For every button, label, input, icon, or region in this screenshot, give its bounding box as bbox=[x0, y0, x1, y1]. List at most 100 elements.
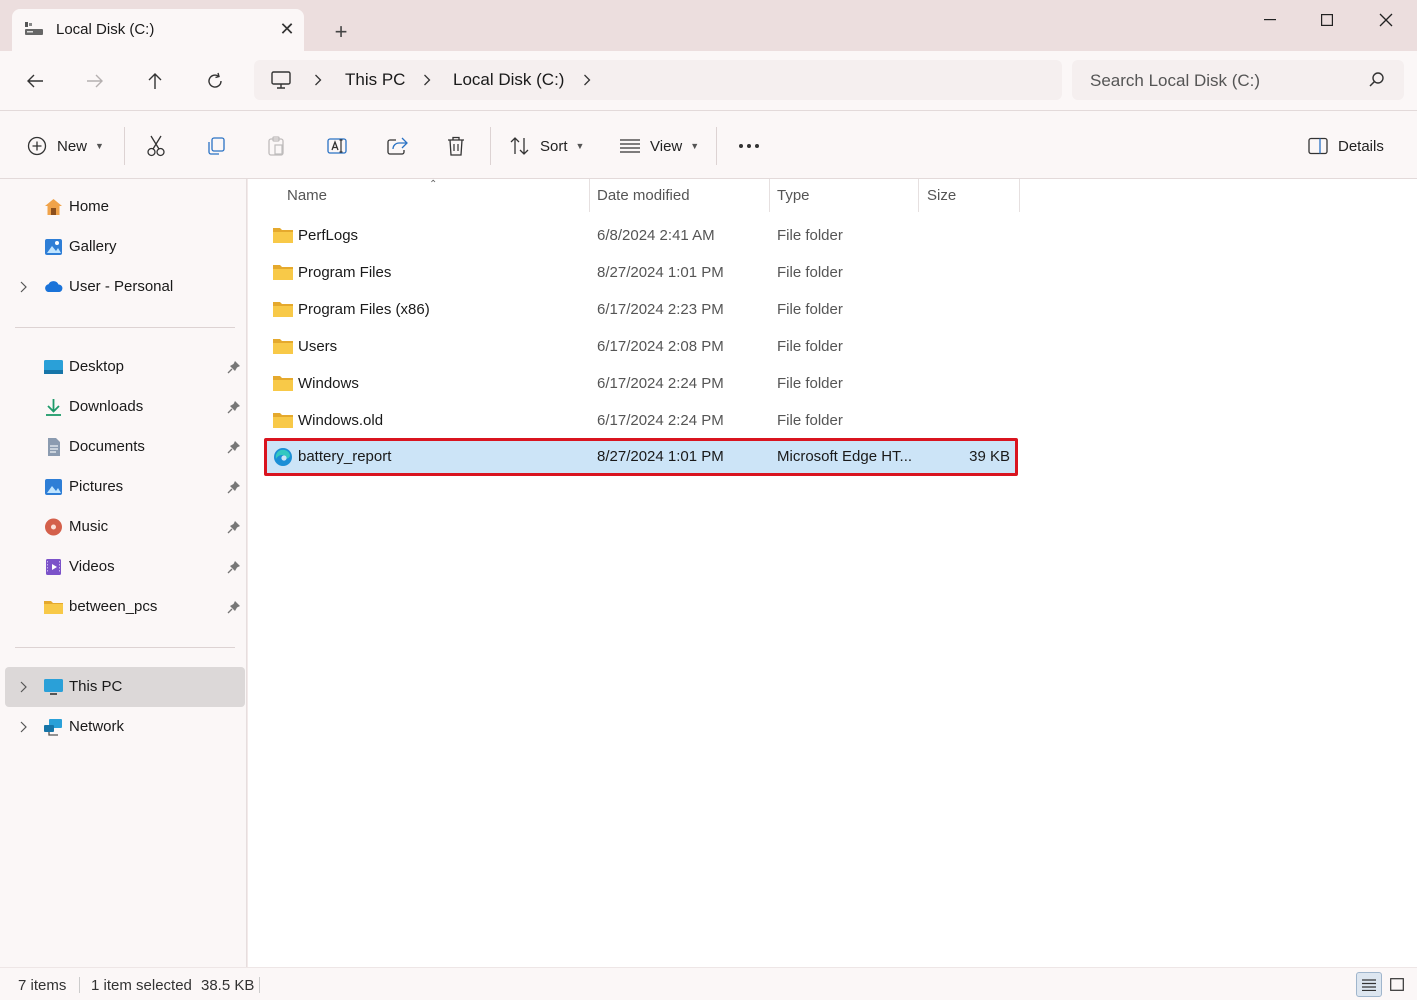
column-divider[interactable] bbox=[1019, 179, 1020, 212]
table-row[interactable]: Program Files 8/27/2024 1:01 PM File fol… bbox=[264, 256, 1018, 290]
sidebar-item-this-pc[interactable]: This PC bbox=[5, 667, 245, 707]
item-count: 7 items bbox=[18, 977, 67, 994]
edge-icon bbox=[274, 448, 292, 466]
file-type: File folder bbox=[777, 338, 843, 355]
sidebar-item-documents[interactable]: Documents bbox=[0, 429, 247, 465]
file-type: File folder bbox=[777, 375, 843, 392]
cut-button[interactable] bbox=[146, 130, 166, 162]
details-view-icon[interactable] bbox=[1356, 972, 1382, 997]
view-button[interactable]: View ▼ bbox=[619, 130, 699, 162]
table-row[interactable]: Program Files (x86) 6/17/2024 2:23 PM Fi… bbox=[264, 293, 1018, 327]
sidebar-item-pictures[interactable]: Pictures bbox=[0, 469, 247, 505]
sidebar-item-home[interactable]: Home bbox=[0, 189, 247, 225]
address-bar[interactable]: This PC Local Disk (C:) bbox=[254, 60, 1062, 100]
tab-local-disk[interactable]: Local Disk (C:) ✕ bbox=[12, 9, 304, 51]
search-icon[interactable] bbox=[1368, 71, 1386, 89]
videos-icon bbox=[46, 559, 61, 575]
new-tab-button[interactable]: + bbox=[326, 17, 356, 47]
close-tab-icon[interactable]: ✕ bbox=[276, 18, 298, 40]
column-header-size[interactable]: Size bbox=[927, 187, 956, 204]
table-row-selected[interactable]: battery_report 8/27/2024 1:01 PM Microso… bbox=[264, 440, 1018, 474]
sort-ascending-icon: ⌃ bbox=[429, 179, 438, 190]
sidebar-item-label: Pictures bbox=[69, 478, 124, 495]
rename-button[interactable] bbox=[326, 130, 348, 162]
file-name: Users bbox=[298, 338, 338, 355]
search-input[interactable]: Search Local Disk (C:) bbox=[1072, 60, 1404, 100]
refresh-icon[interactable] bbox=[197, 63, 233, 99]
maximize-icon[interactable] bbox=[1298, 0, 1356, 40]
folder-icon bbox=[273, 228, 293, 243]
chevron-right-icon[interactable] bbox=[580, 70, 594, 90]
column-header-date[interactable]: Date modified bbox=[597, 187, 690, 204]
details-button[interactable]: Details bbox=[1308, 130, 1384, 162]
sidebar-item-label: Gallery bbox=[69, 238, 117, 255]
trash-icon bbox=[448, 136, 464, 156]
file-date: 6/17/2024 2:24 PM bbox=[597, 375, 724, 392]
paste-icon bbox=[268, 136, 284, 156]
cut-icon bbox=[147, 135, 165, 157]
table-row[interactable]: Windows 6/17/2024 2:24 PM File folder bbox=[264, 367, 1018, 401]
more-options-button[interactable] bbox=[738, 130, 760, 162]
copy-icon bbox=[208, 137, 225, 155]
status-bar: 7 items 1 item selected 38.5 KB bbox=[0, 967, 1417, 1000]
file-name: battery_report bbox=[298, 448, 392, 465]
copy-button[interactable] bbox=[206, 130, 226, 162]
share-icon bbox=[387, 137, 408, 155]
new-button[interactable]: New ▼ bbox=[27, 130, 104, 162]
sidebar-divider bbox=[15, 647, 235, 648]
chevron-right-icon[interactable] bbox=[17, 680, 29, 694]
table-row[interactable]: Users 6/17/2024 2:08 PM File folder bbox=[264, 330, 1018, 364]
sidebar-item-label: Home bbox=[69, 198, 110, 215]
tiles-view-icon[interactable] bbox=[1384, 972, 1410, 997]
sidebar-item-videos[interactable]: Videos bbox=[0, 549, 247, 585]
sidebar-item-network[interactable]: Network bbox=[0, 709, 247, 745]
column-divider[interactable] bbox=[918, 179, 919, 212]
pin-icon[interactable] bbox=[227, 560, 241, 574]
breadcrumb-this-pc[interactable]: This PC bbox=[345, 70, 405, 90]
chevron-right-icon[interactable] bbox=[17, 280, 29, 294]
pin-icon[interactable] bbox=[227, 480, 241, 494]
sidebar-item-music[interactable]: Music bbox=[0, 509, 247, 545]
minimize-icon[interactable] bbox=[1241, 0, 1299, 40]
table-row[interactable]: Windows.old 6/17/2024 2:24 PM File folde… bbox=[264, 404, 1018, 438]
forward-icon[interactable] bbox=[77, 63, 113, 99]
navigation-pane: Home Gallery User - Personal Desktop Dow… bbox=[0, 179, 247, 967]
chevron-right-icon[interactable] bbox=[311, 70, 325, 90]
column-divider[interactable] bbox=[769, 179, 770, 212]
sidebar-item-between-pcs[interactable]: between_pcs bbox=[0, 589, 247, 625]
delete-button[interactable] bbox=[446, 130, 466, 162]
sort-label: Sort bbox=[540, 137, 568, 155]
column-header-name[interactable]: Name bbox=[287, 187, 327, 204]
close-window-icon[interactable] bbox=[1357, 0, 1415, 40]
file-type: File folder bbox=[777, 227, 843, 244]
view-icon bbox=[620, 139, 640, 153]
back-icon[interactable] bbox=[17, 63, 53, 99]
column-divider[interactable] bbox=[589, 179, 590, 212]
home-icon bbox=[45, 199, 62, 215]
pin-icon[interactable] bbox=[227, 600, 241, 614]
sidebar-item-gallery[interactable]: Gallery bbox=[0, 229, 247, 265]
sidebar-item-desktop[interactable]: Desktop bbox=[0, 349, 247, 385]
column-header-type[interactable]: Type bbox=[777, 187, 810, 204]
pin-icon[interactable] bbox=[227, 400, 241, 414]
sidebar-item-onedrive[interactable]: User - Personal bbox=[0, 269, 247, 305]
sidebar-item-label: Videos bbox=[69, 558, 115, 575]
breadcrumb-local-disk[interactable]: Local Disk (C:) bbox=[453, 70, 564, 90]
music-icon bbox=[45, 518, 62, 536]
file-type: Microsoft Edge HT... bbox=[777, 448, 913, 465]
sort-button[interactable]: Sort ▼ bbox=[509, 130, 584, 162]
table-row[interactable]: PerfLogs 6/8/2024 2:41 AM File folder bbox=[264, 219, 1018, 253]
folder-icon bbox=[273, 339, 293, 354]
file-type: File folder bbox=[777, 301, 843, 318]
chevron-right-icon[interactable] bbox=[420, 70, 434, 90]
selection-count: 1 item selected bbox=[91, 977, 192, 994]
chevron-right-icon[interactable] bbox=[17, 720, 29, 734]
up-icon[interactable] bbox=[137, 63, 173, 99]
share-button[interactable] bbox=[386, 130, 408, 162]
sidebar-item-downloads[interactable]: Downloads bbox=[0, 389, 247, 425]
pin-icon[interactable] bbox=[227, 440, 241, 454]
pin-icon[interactable] bbox=[227, 520, 241, 534]
pin-icon[interactable] bbox=[227, 360, 241, 374]
paste-button[interactable] bbox=[266, 130, 286, 162]
sidebar-item-label: Documents bbox=[69, 438, 145, 455]
